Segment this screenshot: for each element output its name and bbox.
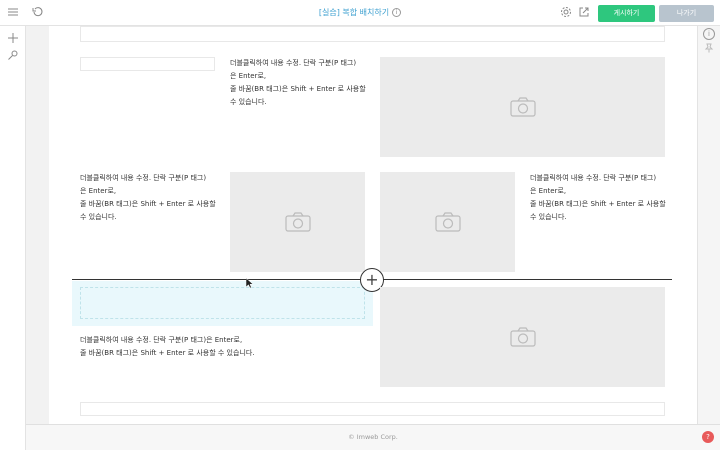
text-block[interactable]: 더블클릭하여 내용 수정. 단락 구분(P 태그) 은 Enter로, 줄 바꿈… [80,172,216,224]
left-toolbar [0,26,26,450]
info-icon[interactable]: i [392,8,402,17]
external-link-icon[interactable] [577,6,591,20]
camera-icon [434,212,461,232]
image-placeholder[interactable] [380,287,665,387]
text-block[interactable]: 더블클릭하여 내용 수정. 단락 구분(P 태그) 은 Enter로, 줄 바꿈… [530,172,666,224]
image-placeholder[interactable] [380,57,665,157]
text-block[interactable]: 더블클릭하여 내용 수정. 단락 구분(P 태그) 은 Enter로, 줄 바꿈… [230,57,366,109]
page-title[interactable]: [실습] 복합 배치하기 [319,8,389,17]
selected-drop-zone[interactable] [72,281,373,326]
pin-icon[interactable] [703,43,715,55]
publish-button[interactable]: 게시하기 [598,5,655,22]
top-section-frame[interactable] [80,26,665,42]
drop-zone-frame [80,287,365,319]
top-bar: [실습] 복합 배치하기 i 게시하기 나가기 [0,0,720,26]
empty-cell[interactable] [80,57,215,71]
info-icon[interactable]: i [703,28,715,40]
camera-icon [509,97,536,117]
help-button[interactable]: ? [702,431,714,443]
right-toolbar: i [697,26,720,424]
mouse-cursor-icon [246,278,254,288]
add-icon[interactable] [6,32,20,46]
image-placeholder[interactable] [380,172,515,272]
footer: © Imweb Corp. [26,424,720,450]
text-block[interactable]: 더블클릭하여 내용 수정. 단락 구분(P 태그)은 Enter로, 줄 바꿈(… [80,334,255,360]
settings-icon[interactable] [559,6,573,20]
camera-icon [284,212,311,232]
copyright-text: © Imweb Corp. [348,433,398,441]
exit-button[interactable]: 나가기 [659,5,714,22]
pin-icon[interactable] [6,49,20,63]
camera-icon [509,327,536,347]
image-placeholder[interactable] [230,172,365,272]
bottom-section-frame[interactable] [80,402,665,416]
